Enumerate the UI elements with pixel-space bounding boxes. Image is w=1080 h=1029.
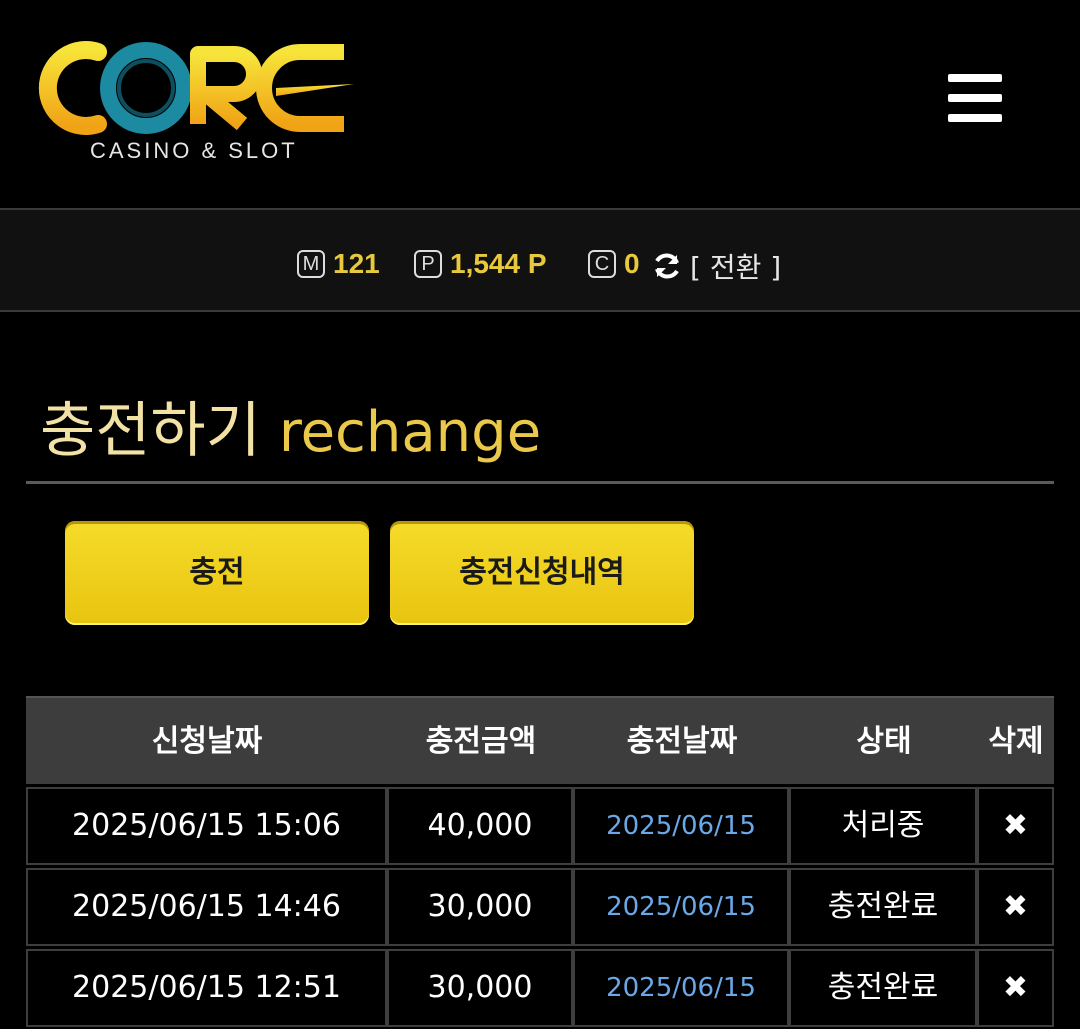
cell-charge-date: 2025/06/15 [573,868,789,946]
column-header-charge-date: 충전날짜 [626,724,738,759]
money-value: 121 [333,248,380,279]
refresh-icon [655,253,679,279]
site-header: CASINO & SLOT [0,0,1080,208]
money-icon: M [297,250,325,278]
cell-status: 처리중 [789,787,977,865]
menu-line [948,114,1002,122]
switch-label: [ 전환 ] [690,251,782,284]
point-icon: P [414,250,442,278]
table-row: 2025/06/15 14:46 30,000 2025/06/15 충전완료 … [26,868,1054,948]
coin-value: 0 [624,248,640,279]
delete-icon[interactable]: ✖ [977,868,1054,946]
menu-line [948,94,1002,102]
column-header-request-date: 신청날짜 [151,724,263,759]
point-value: 1,544 P [450,248,547,279]
point-balance: P 1,544 P [414,248,547,280]
recharge-history-button[interactable]: 충전신청내역 [390,521,694,625]
cell-amount: 30,000 [387,949,573,1027]
title-divider [26,481,1054,484]
column-header-delete: 삭제 [988,724,1044,759]
cell-charge-date: 2025/06/15 [573,787,789,865]
cell-status: 충전완료 [789,949,977,1027]
cell-charge-date: 2025/06/15 [573,949,789,1027]
coin-icon: C [588,250,616,278]
hamburger-menu-icon[interactable] [948,74,1002,124]
coin-balance: C 0 [588,248,640,280]
recharge-button[interactable]: 충전 [65,521,369,625]
page-title: 충전하기 rechange [40,382,541,469]
table-header: 신청날짜 충전금액 충전날짜 상태 삭제 [26,696,1054,784]
balance-bar: M 121 P 1,544 P C 0 [0,208,1080,312]
delete-icon[interactable]: ✖ [977,949,1054,1027]
cell-request-date: 2025/06/15 15:06 [26,787,387,865]
cell-amount: 40,000 [387,787,573,865]
cell-request-date: 2025/06/15 14:46 [26,868,387,946]
delete-icon[interactable]: ✖ [977,787,1054,865]
page-title-korean: 충전하기 [40,396,261,466]
logo-subtitle: CASINO & SLOT [90,138,298,163]
cell-amount: 30,000 [387,868,573,946]
table-row: 2025/06/15 12:51 30,000 2025/06/15 충전완료 … [26,949,1054,1029]
money-balance: M 121 [297,248,380,280]
switch-button[interactable]: [ 전환 ] [652,246,781,286]
cell-status: 충전완료 [789,868,977,946]
column-header-amount: 충전금액 [425,724,537,759]
logo-wordmark [38,41,354,135]
cell-request-date: 2025/06/15 12:51 [26,949,387,1027]
menu-line [948,74,1002,82]
page-title-english: rechange [278,400,542,465]
column-header-status: 상태 [856,724,912,759]
table-row: 2025/06/15 15:06 40,000 2025/06/15 처리중 ✖ [26,787,1054,867]
